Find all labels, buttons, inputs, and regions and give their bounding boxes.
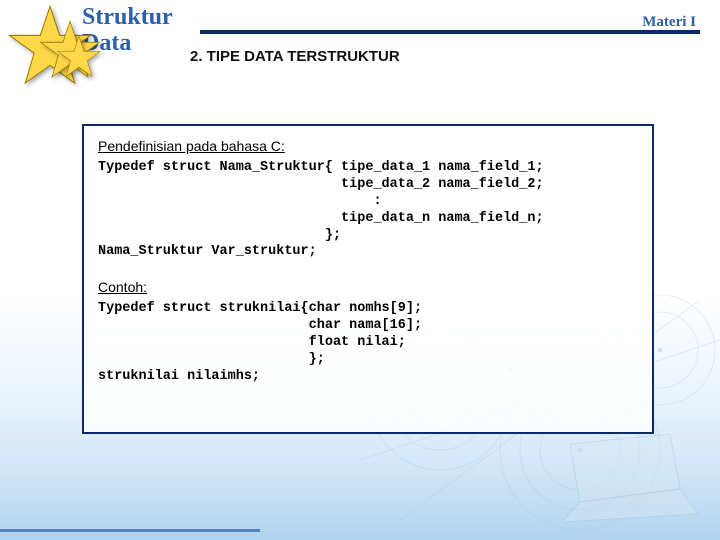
- header-rule: [200, 30, 700, 34]
- example-heading: Contoh:: [98, 279, 638, 295]
- laptop-deco: [550, 434, 700, 524]
- materi-label: Materi I: [642, 14, 696, 31]
- section-heading: 2. TIPE DATA TERSTRUKTUR: [190, 48, 400, 65]
- definition-heading: Pendefinisian pada bahasa C:: [98, 138, 638, 154]
- star-icon: [56, 34, 102, 80]
- content-panel: Pendefinisian pada bahasa C: Typedef str…: [82, 124, 654, 434]
- definition-code: Typedef struct Nama_Struktur{ tipe_data_…: [98, 160, 638, 261]
- example-code: Typedef struct struknilai{char nomhs[9];…: [98, 301, 638, 385]
- header: Struktur Data Materi I 2. TIPE DATA TERS…: [0, 0, 720, 70]
- bottom-accent-bar: [0, 529, 260, 532]
- slide: Struktur Data Materi I 2. TIPE DATA TERS…: [0, 0, 720, 540]
